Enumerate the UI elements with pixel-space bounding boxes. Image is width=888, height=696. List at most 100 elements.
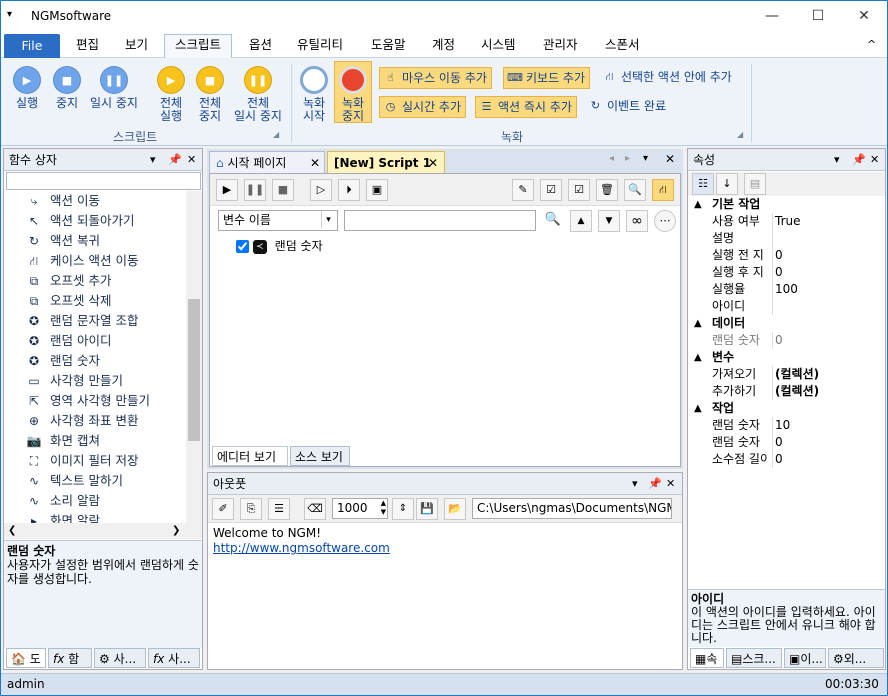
arrows-icon[interactable]: ⇕ xyxy=(392,498,414,520)
close-tab-icon[interactable]: ✕ xyxy=(428,152,438,174)
more-icon[interactable]: ⋯ xyxy=(654,210,676,232)
function-item[interactable]: ∿ 소리 알람 xyxy=(29,491,100,511)
function-item[interactable]: ⊕ 사각형 좌표 변환 xyxy=(29,411,138,431)
record-stop-button[interactable]: 녹화 중지 xyxy=(334,61,372,123)
property-row[interactable]: 설명 xyxy=(688,230,885,247)
close-icon[interactable]: ✕ xyxy=(666,473,675,495)
script-tree-item[interactable]: ≺ 랜덤 숫자 xyxy=(236,237,323,255)
eraser-icon[interactable]: ⌫ xyxy=(304,498,326,520)
variable-input[interactable] xyxy=(344,210,536,231)
pin-icon[interactable]: 📌 xyxy=(852,149,866,171)
save-icon[interactable]: 💾 xyxy=(416,498,438,520)
list-icon[interactable]: ☰ xyxy=(268,498,290,520)
property-row[interactable]: 실행 전 지0 xyxy=(688,247,885,264)
menu-view[interactable]: 보기 xyxy=(115,35,158,57)
property-row[interactable]: 랜덤 숫자 0 xyxy=(688,434,885,451)
categorized-icon[interactable]: ☷ xyxy=(692,173,714,195)
property-row[interactable]: 사용 여부 True xyxy=(688,213,885,230)
function-item[interactable]: ⇱ 영역 사각형 만들기 xyxy=(29,391,150,411)
script-item-checkbox[interactable] xyxy=(236,240,249,253)
stop-button[interactable]: ■ 중지 xyxy=(49,62,85,110)
spinner-icon[interactable]: ▲ ▼ xyxy=(381,499,386,517)
delete-icon[interactable]: 🗑 xyxy=(596,179,618,201)
collapse-icon[interactable]: ▲ xyxy=(694,400,702,417)
run-selected-icon[interactable]: ▣ xyxy=(366,179,388,201)
property-row[interactable]: 소수점 길이 0 xyxy=(688,451,885,468)
function-item[interactable]: ✪ 랜덤 아이디 xyxy=(29,331,112,351)
function-search-input[interactable] xyxy=(6,172,201,190)
collapse-icon[interactable]: ▲ xyxy=(694,349,702,366)
tab-user[interactable]: ⚙ 사... xyxy=(94,648,146,668)
menu-file[interactable]: File xyxy=(4,34,60,58)
menu-edit[interactable]: 편집 xyxy=(66,35,109,57)
tab-source-view[interactable]: 소스 보기 xyxy=(290,446,350,466)
tab-script-1[interactable]: [New] Script 1 ✕ xyxy=(327,151,445,173)
close-editor-icon[interactable]: ✕ xyxy=(665,152,675,166)
dropdown-icon[interactable]: ▾ xyxy=(834,149,840,171)
function-item[interactable]: ↻ 액션 복귀 xyxy=(29,231,100,251)
output-link[interactable]: http://www.ngmsoftware.com xyxy=(213,541,390,556)
line-count-input[interactable]: 1000 ▲ ▼ xyxy=(332,498,388,519)
pin-icon[interactable]: 📌 xyxy=(648,473,662,495)
property-row[interactable]: 실행율 100 xyxy=(688,281,885,298)
add-realtime-button[interactable]: ◷ 실시간 추가 xyxy=(379,96,467,118)
tab-function[interactable]: fx 함 xyxy=(48,648,92,668)
function-item[interactable]: ⛙ 케이스 액션 이동 xyxy=(30,251,139,271)
sort-alpha-icon[interactable]: ↓ xyxy=(716,173,738,195)
tree-view-icon[interactable]: ⛙ xyxy=(652,179,674,201)
tab-start-page[interactable]: ⌂ 시작 페이지 ✕ xyxy=(209,151,325,173)
menu-script[interactable]: 스크립트 xyxy=(164,34,232,59)
pin-icon[interactable]: 📌 xyxy=(168,149,182,171)
close-tab-icon[interactable]: ✕ xyxy=(310,152,320,174)
run-all-button[interactable]: ▶ 전체 실행 xyxy=(151,62,191,123)
dropdown-icon[interactable]: ▾ xyxy=(632,473,638,495)
tab-user-function[interactable]: fx 사... xyxy=(148,648,200,668)
pause-all-button[interactable]: ❚❚ 전체 일시 중지 xyxy=(229,62,287,123)
play-box-icon[interactable]: ⏵ xyxy=(338,179,360,201)
function-item[interactable]: ▸ 화면 알람 xyxy=(31,511,100,523)
function-item[interactable]: ✪ 랜덤 숫자 xyxy=(29,351,100,371)
record-group-launcher-icon[interactable]: ◢ xyxy=(737,130,743,139)
menu-system[interactable]: 시스템 xyxy=(471,35,526,57)
menu-help[interactable]: 도움말 xyxy=(361,35,416,57)
log-path-input[interactable]: C:\Users\ngmas\Documents\NGM6\ xyxy=(472,498,672,519)
menu-options[interactable]: 옵션 xyxy=(239,35,282,57)
variable-select[interactable]: 변수 이름 ▾ xyxy=(218,210,338,231)
tab-scroll-left-icon[interactable]: ◂ xyxy=(609,153,614,164)
maximize-button[interactable]: ☐ xyxy=(795,1,841,32)
property-row[interactable]: 추가하기 (컬렉션) xyxy=(688,383,885,400)
collapse-icon[interactable]: ▲ xyxy=(694,196,702,213)
dropdown-icon[interactable]: ▾ xyxy=(150,149,156,171)
function-item[interactable]: ↖ 액션 되돌아가기 xyxy=(29,211,135,231)
step-icon[interactable]: ▷ xyxy=(310,179,332,201)
property-pages-icon[interactable]: ▤ xyxy=(744,173,766,195)
add-in-selected-button[interactable]: ⛙ 선택한 액션 안에 추가 xyxy=(599,67,736,89)
move-down-icon[interactable]: ▼ xyxy=(598,210,620,232)
scrollbar-thumb[interactable] xyxy=(188,299,200,441)
stop-icon[interactable]: ■ xyxy=(272,179,294,201)
minimize-button[interactable]: — xyxy=(749,1,795,32)
function-item[interactable]: ▭ 사각형 만들기 xyxy=(28,371,123,391)
move-up-icon[interactable]: ▲ xyxy=(570,210,592,232)
property-row[interactable]: 랜덤 숫자 10 xyxy=(688,417,885,434)
function-item[interactable]: ✪ 랜덤 문자열 조합 xyxy=(29,311,138,331)
function-list-scrollbar[interactable] xyxy=(186,191,202,523)
property-row[interactable]: 아이디 xyxy=(688,298,885,315)
clear-format-icon[interactable]: ✐ xyxy=(212,498,234,520)
tab-script-list[interactable]: ▤스크... xyxy=(726,648,782,668)
close-icon[interactable]: ✕ xyxy=(187,149,196,171)
property-row[interactable]: 가져오기 (컬렉션) xyxy=(688,366,885,383)
function-item[interactable]: 📷 화면 캡쳐 xyxy=(27,431,100,451)
collapse-icon[interactable]: ▲ xyxy=(694,315,702,332)
scroll-left-icon[interactable]: ❮ xyxy=(8,523,16,539)
tab-scroll-right-icon[interactable]: ▸ xyxy=(625,153,630,164)
function-item[interactable]: ∿ 텍스트 말하기 xyxy=(29,471,123,491)
search-icon[interactable]: 🔍 xyxy=(542,210,564,232)
tab-document[interactable]: 🏠 도 xyxy=(6,648,46,668)
loop-icon[interactable]: ∞ xyxy=(626,210,648,232)
tab-list-icon[interactable]: ▾ xyxy=(643,153,648,164)
function-item[interactable]: ⛶ 이미지 필터 저장 xyxy=(30,451,139,471)
menu-account[interactable]: 계정 xyxy=(422,35,465,57)
system-menu-icon[interactable]: ▾ xyxy=(7,9,12,20)
add-keyboard-button[interactable]: ⌨ 키보드 추가 xyxy=(503,67,591,89)
